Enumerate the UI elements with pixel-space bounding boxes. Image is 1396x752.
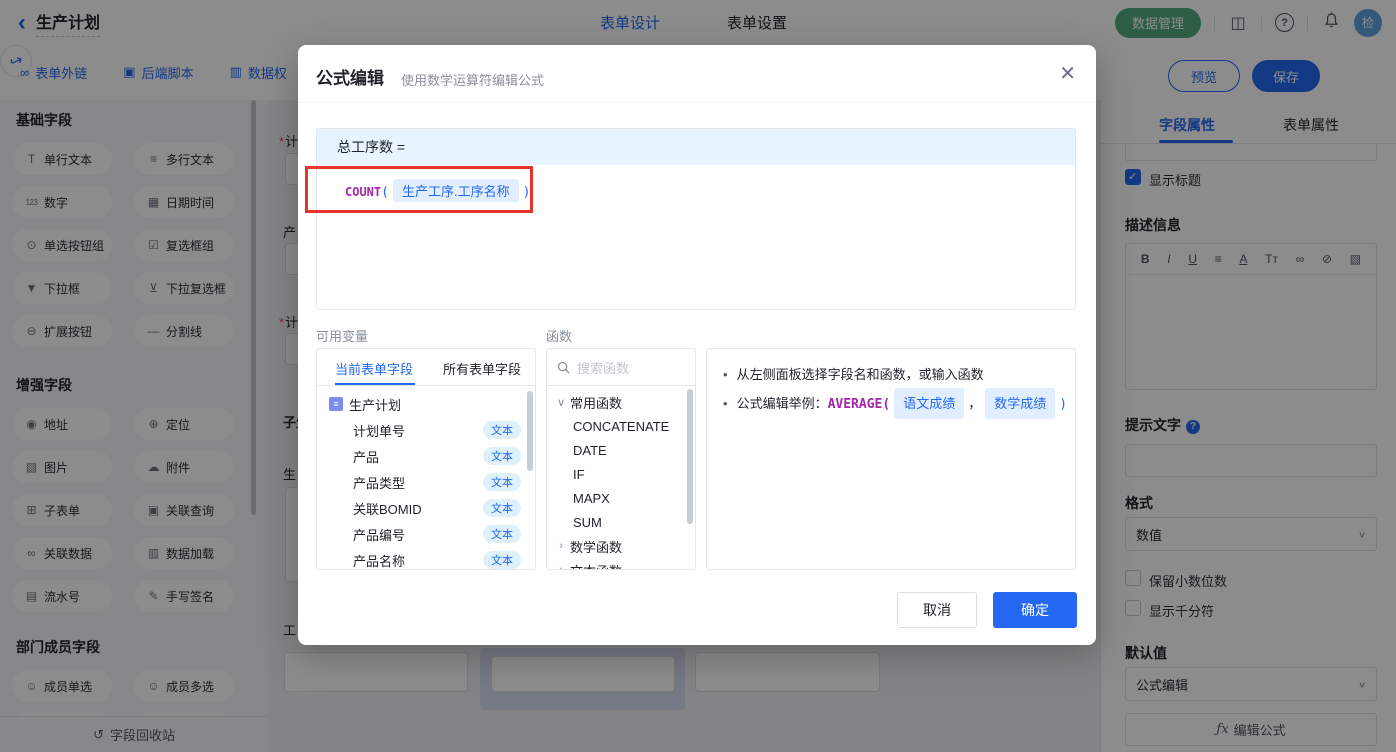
variables-label: 可用变量 [316,329,369,344]
chevron-right-icon: › [559,540,563,552]
help-line: • 从左侧面板选择字段名和函数，或输入函数 [723,367,984,382]
variable-row[interactable]: 计划单号 文本 [317,417,535,443]
function-item[interactable]: CONCATENATE [547,414,695,438]
scrollbar-thumb[interactable] [527,391,533,471]
function-group-math[interactable]: › 数学函数 [547,534,695,558]
modal-title: 公式编辑 [316,69,384,88]
variables-panel: 当前表单字段 所有表单字段 ≡ 生产计划 计划单号 文本 产品 文本 产品类型 文本 关… [316,348,536,570]
chevron-down-icon: ∨ [556,396,566,409]
formula-edit-modal: 公式编辑 使用数学运算符编辑公式 ✕ 总工序数 = COUNT(生产工序.工序名… [298,45,1096,645]
type-badge: 文本 [483,473,521,491]
modal-subtitle: 使用数学运算符编辑公式 [401,73,545,88]
close-icon[interactable]: ✕ [1059,61,1076,86]
variable-row[interactable]: 关联BOMID 文本 [317,495,535,521]
function-search[interactable]: 搜索函数 [547,349,695,386]
formula-editor[interactable]: 总工序数 = COUNT(生产工序.工序名称) [316,128,1076,310]
function-group-text[interactable]: ›文本函数 [547,558,695,570]
function-item[interactable]: SUM [547,510,695,534]
tab-current-form-fields[interactable]: 当前表单字段 [335,359,413,378]
active-tab-indicator [335,383,415,385]
chevron-right-icon: › [559,564,563,570]
form-doc-icon: ≡ [329,397,343,411]
formula-target: 总工序数 = [317,129,1075,165]
functions-panel: 搜索函数 ∨ 常用函数 CONCATENATE DATE IF MAPX SUM … [546,348,696,570]
example-chip: 语文成绩 [894,388,965,419]
type-badge: 文本 [483,421,521,439]
search-icon [557,361,570,374]
variable-row[interactable]: 产品 文本 [317,443,535,469]
search-placeholder: 搜索函数 [577,360,630,376]
formula-help-panel: • 从左侧面板选择字段名和函数，或输入函数 • 公式编辑举例：AVERAGE(语文成… [706,348,1076,570]
variable-row[interactable]: 产品类型 文本 [317,469,535,495]
cancel-button[interactable]: 取消 [897,592,977,628]
example-chip: 数学成绩 [985,388,1056,419]
modal-header: 公式编辑 使用数学运算符编辑公式 ✕ [298,45,1096,103]
variable-row[interactable]: 产品名称 文本 [317,547,535,569]
help-example-line: • 公式编辑举例：AVERAGE(语文成绩，数学成绩) [723,388,1067,419]
variable-tree-root[interactable]: ≡ 生产计划 [317,391,535,417]
function-group-common[interactable]: ∨ 常用函数 [547,390,695,414]
type-badge: 文本 [483,499,521,517]
modal-footer: 取消 确定 [298,592,1096,628]
type-badge: 文本 [483,525,521,543]
variable-row[interactable]: 产品编号 文本 [317,521,535,547]
function-item[interactable]: MAPX [547,486,695,510]
scrollbar-thumb[interactable] [687,389,693,524]
type-badge: 文本 [483,447,521,465]
field-chip[interactable]: 生产工序.工序名称 [392,179,519,202]
function-item[interactable]: DATE [547,438,695,462]
variables-tabs: 当前表单字段 所有表单字段 [317,349,535,386]
function-name: COUNT [345,185,382,199]
functions-label: 函数 [546,329,573,344]
example-function-name: AVERAGE( [827,397,891,412]
confirm-button[interactable]: 确定 [993,592,1077,628]
app-root: ‹ 生产计划 表单设计 表单设置 数据管理 ◫ ? 检 ∞ 表单外链 ▣ 后端脚本 … [0,0,1396,752]
type-badge: 文本 [483,551,521,569]
tab-all-form-fields[interactable]: 所有表单字段 [443,359,521,378]
function-item[interactable]: IF [547,462,695,486]
formula-expression: COUNT(生产工序.工序名称) [317,165,1075,202]
